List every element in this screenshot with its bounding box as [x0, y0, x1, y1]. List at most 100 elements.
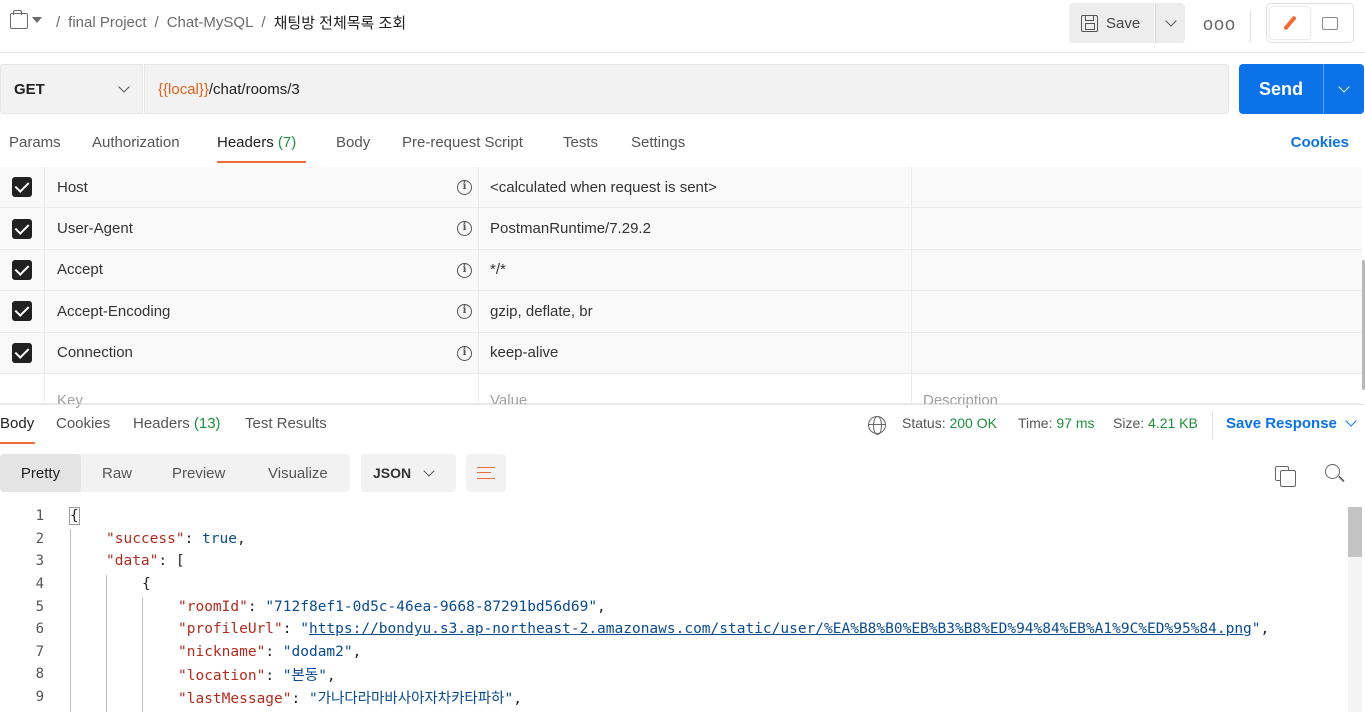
divider: [1250, 10, 1251, 42]
header-enabled-checkbox[interactable]: [12, 301, 32, 322]
size-readout[interactable]: Size: 4.21 KB: [1113, 415, 1198, 431]
time-label: Time:: [1018, 415, 1053, 431]
more-options-button[interactable]: ooo: [1203, 14, 1236, 35]
header-key[interactable]: Accept-Encoding: [57, 303, 170, 320]
header-value[interactable]: keep-alive: [490, 344, 558, 361]
info-icon[interactable]: i: [457, 304, 472, 320]
header-key[interactable]: User-Agent: [57, 220, 133, 237]
scrollbar-thumb[interactable]: [1348, 507, 1362, 557]
view-raw[interactable]: Raw: [102, 454, 132, 492]
header-value[interactable]: */*: [490, 261, 506, 278]
header-description[interactable]: [912, 250, 1362, 290]
tab-settings[interactable]: Settings: [631, 134, 685, 151]
tab-body[interactable]: Body: [336, 134, 370, 151]
json-url-link[interactable]: https://bondyu.s3.ap-northeast-2.amazona…: [309, 621, 1252, 637]
info-icon[interactable]: i: [457, 345, 472, 361]
line-number: 5: [35, 598, 44, 615]
send-options-button[interactable]: [1324, 64, 1364, 114]
request-url-bar: GET {{local}}/chat/rooms/3 Send: [0, 64, 1365, 114]
breadcrumb: / final Project / Chat-MySQL / 채팅방 전체목록 …: [10, 9, 407, 33]
new-value-input[interactable]: Value: [479, 373, 912, 409]
header-description[interactable]: [912, 333, 1362, 373]
header-key[interactable]: Host: [57, 179, 88, 196]
collection-icon[interactable]: [10, 9, 28, 29]
request-tabs: Params Authorization Headers (7) Body Pr…: [0, 128, 1365, 164]
tab-params[interactable]: Params: [9, 134, 61, 151]
header-enabled-checkbox[interactable]: [12, 259, 32, 280]
new-description-input[interactable]: Description: [912, 374, 1362, 409]
line-number: 4: [35, 576, 44, 593]
response-tab-headers-label: Headers: [133, 415, 190, 432]
header-key[interactable]: Accept: [57, 261, 103, 278]
header-value[interactable]: PostmanRuntime/7.29.2: [490, 220, 651, 237]
copy-icon[interactable]: [1275, 466, 1296, 487]
cookies-link[interactable]: Cookies: [1291, 134, 1349, 151]
active-tab-indicator: [217, 161, 306, 163]
json-punct: : [: [158, 553, 185, 570]
table-row: User-Agent i PostmanRuntime/7.29.2: [0, 208, 1362, 250]
breadcrumb-separator: /: [154, 14, 159, 31]
view-visualize[interactable]: Visualize: [268, 454, 328, 492]
size-value: 4.21 KB: [1148, 415, 1198, 431]
header-enabled-checkbox[interactable]: [12, 177, 32, 198]
response-tab-headers[interactable]: Headers (13): [133, 415, 221, 432]
response-tab-test-results[interactable]: Test Results: [245, 415, 327, 432]
header-description[interactable]: [912, 167, 1362, 207]
time-readout[interactable]: Time: 97 ms: [1018, 415, 1095, 431]
breadcrumb-item-chat-mysql[interactable]: Chat-MySQL: [167, 14, 254, 31]
caret-down-icon[interactable]: [32, 16, 42, 23]
tab-headers[interactable]: Headers (7): [217, 134, 296, 151]
breadcrumb-item-final-project[interactable]: final Project: [68, 14, 146, 31]
format-select[interactable]: JSON: [361, 454, 456, 492]
url-path: /chat/rooms/3: [208, 80, 300, 98]
json-brace: {: [69, 507, 80, 526]
wrap-lines-button[interactable]: [466, 454, 506, 492]
editor-scrollbar[interactable]: [1348, 507, 1362, 712]
header-description[interactable]: [912, 291, 1362, 331]
request-name[interactable]: 채팅방 전체목록 조회: [274, 12, 407, 33]
mode-toggle: [1266, 3, 1354, 43]
code-line: 2 "success": true,: [0, 528, 1348, 551]
edit-mode-button[interactable]: [1270, 7, 1310, 39]
response-tab-body[interactable]: Body: [0, 415, 34, 432]
header-description[interactable]: [912, 208, 1362, 248]
view-pretty[interactable]: Pretty: [0, 454, 81, 492]
documentation-mode-button[interactable]: [1310, 7, 1350, 39]
divider: [1212, 411, 1213, 439]
code-line: 8 "location": "본동",: [0, 663, 1348, 686]
header-enabled-checkbox[interactable]: [12, 218, 32, 239]
send-button[interactable]: Send: [1239, 64, 1323, 114]
status-readout[interactable]: Status: 200 OK: [902, 415, 997, 431]
header-enabled-checkbox[interactable]: [12, 342, 32, 363]
breadcrumb-separator: /: [56, 14, 61, 31]
chevron-down-icon: [1164, 14, 1177, 27]
info-icon[interactable]: i: [457, 180, 472, 195]
save-response-button[interactable]: Save Response: [1226, 415, 1357, 432]
url-input[interactable]: {{local}}/chat/rooms/3: [144, 64, 1229, 114]
globe-icon[interactable]: [868, 416, 886, 435]
response-tab-cookies[interactable]: Cookies: [56, 415, 110, 432]
header-value[interactable]: <calculated when request is sent>: [490, 179, 717, 196]
status-label: Status:: [902, 415, 946, 431]
response-body-editor[interactable]: 1 { 2 "success": true, 3 "data": [ 4 { 5…: [0, 505, 1348, 712]
json-value: true: [202, 530, 237, 547]
code-line: 7 "nickname": "dodam2",: [0, 641, 1348, 664]
view-preview[interactable]: Preview: [172, 454, 225, 492]
info-icon[interactable]: i: [457, 221, 472, 237]
info-icon[interactable]: i: [457, 262, 472, 278]
url-variable: {{local}}: [158, 80, 209, 98]
header-value[interactable]: gzip, deflate, br: [490, 303, 593, 320]
save-button[interactable]: Save: [1069, 3, 1154, 43]
search-icon[interactable]: [1325, 464, 1340, 479]
chevron-down-icon: [423, 464, 435, 477]
new-key-input[interactable]: Key: [45, 373, 479, 409]
save-group: Save: [1069, 3, 1185, 43]
line-number: 3: [35, 553, 44, 570]
save-options-button[interactable]: [1155, 3, 1185, 43]
header-key[interactable]: Connection: [57, 344, 133, 361]
tab-tests[interactable]: Tests: [563, 134, 598, 151]
wrap-icon: [477, 467, 495, 479]
tab-authorization[interactable]: Authorization: [92, 134, 180, 151]
method-select[interactable]: GET: [0, 64, 143, 114]
tab-prerequest-script[interactable]: Pre-request Script: [402, 134, 523, 151]
